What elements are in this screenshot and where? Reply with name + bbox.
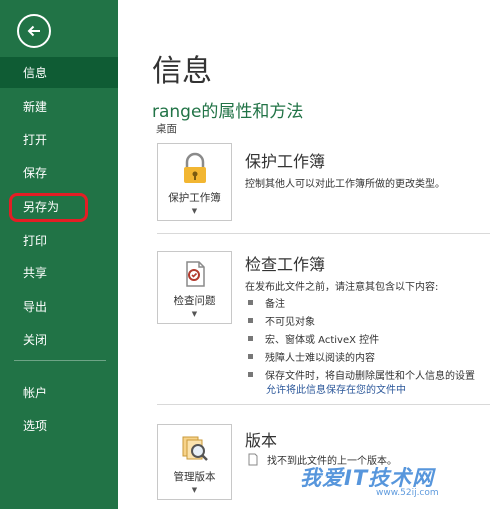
manage-versions-tile-label: 管理版本 xyxy=(173,471,216,483)
list-item: 残障人士难以阅读的内容 xyxy=(248,347,475,365)
list-item: 不可见对象 xyxy=(248,311,475,329)
inspect-items-list: 备注 不可见对象 宏、窗体或 ActiveX 控件 残障人士难以阅读的内容 保存… xyxy=(248,293,475,383)
chevron-down-icon: ▼ xyxy=(191,486,198,494)
nav-item-print[interactable]: 打印 xyxy=(0,225,118,256)
nav-item-open[interactable]: 打开 xyxy=(0,124,118,155)
bullet-icon xyxy=(248,353,253,359)
nav-item-save[interactable]: 保存 xyxy=(0,157,118,188)
list-item: 备注 xyxy=(248,293,475,311)
nav-item-new[interactable]: 新建 xyxy=(0,91,118,122)
nav-item-close[interactable]: 关闭 xyxy=(0,324,118,355)
versions-heading: 版本 xyxy=(245,431,278,450)
versions-magnifier-icon xyxy=(182,436,208,461)
check-for-issues-tile-label: 检查问题 xyxy=(173,295,216,307)
manage-versions-button[interactable]: 管理版本 ▼ xyxy=(157,424,232,500)
list-item: 宏、窗体或 ActiveX 控件 xyxy=(248,329,475,347)
page-title: 信息 xyxy=(152,54,212,89)
bullet-icon xyxy=(248,317,253,323)
bullet-icon xyxy=(248,371,253,377)
versions-description: 找不到此文件的上一个版本。 xyxy=(267,456,397,467)
document-icon xyxy=(248,453,258,466)
file-location: 桌面 xyxy=(156,123,177,135)
backstage-nav: 信息 新建 打开 保存 另存为 打印 共享 导出 关闭 帐户 选项 xyxy=(0,0,118,509)
nav-item-save-as[interactable]: 另存为 xyxy=(0,191,118,222)
allow-info-saved-link[interactable]: 允许将此信息保存在您的文件中 xyxy=(266,381,406,396)
section-divider xyxy=(157,233,490,234)
nav-divider xyxy=(14,360,106,361)
inspect-document-icon xyxy=(185,261,205,287)
protect-workbook-button[interactable]: 保护工作簿 ▼ xyxy=(157,143,232,221)
back-arrow-icon xyxy=(27,25,40,37)
nav-item-export[interactable]: 导出 xyxy=(0,291,118,322)
bullet-icon xyxy=(248,299,253,305)
section-divider xyxy=(157,404,490,405)
bullet-icon xyxy=(248,335,253,341)
check-for-issues-button[interactable]: 检查问题 ▼ xyxy=(157,251,232,324)
back-button[interactable] xyxy=(17,14,51,48)
inspect-workbook-heading: 检查工作簿 xyxy=(245,255,326,274)
versions-status: 找不到此文件的上一个版本。 xyxy=(247,452,397,467)
lock-key-icon xyxy=(183,152,206,183)
inspect-workbook-description: 在发布此文件之前，请注意其包含以下内容: xyxy=(245,282,439,293)
chevron-down-icon: ▼ xyxy=(191,207,198,215)
nav-item-options[interactable]: 选项 xyxy=(0,410,118,441)
nav-item-info[interactable]: 信息 xyxy=(0,57,118,88)
watermark-url: www.52ij.com xyxy=(376,488,439,498)
protect-workbook-description: 控制其他人可以对此工作簿所做的更改类型。 xyxy=(245,179,445,190)
nav-item-account[interactable]: 帐户 xyxy=(0,377,118,408)
file-title: range的属性和方法 xyxy=(152,102,304,122)
chevron-down-icon: ▼ xyxy=(191,310,198,318)
nav-item-share[interactable]: 共享 xyxy=(0,257,118,288)
protect-workbook-tile-label: 保护工作簿 xyxy=(168,192,221,204)
protect-workbook-heading: 保护工作簿 xyxy=(245,152,326,171)
